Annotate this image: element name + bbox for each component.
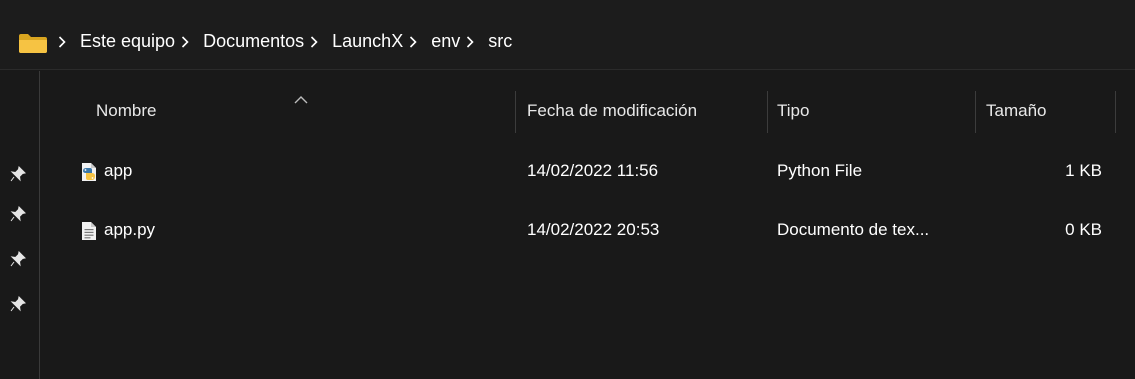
column-divider[interactable] [975,91,976,133]
pin-icon[interactable] [10,206,26,222]
pin-icon[interactable] [10,166,26,182]
file-type: Python File [777,161,863,180]
breadcrumb: Este equipo Documentos LaunchX env src [58,29,512,54]
chevron-right-icon[interactable] [466,35,474,48]
file-list: Nombre Fecha de modificación Tipo Tamaño… [40,71,1135,379]
pin-icon[interactable] [10,251,26,267]
file-modified: 14/02/2022 20:53 [527,220,660,239]
file-size: 1 KB [1065,161,1102,180]
pin-icon[interactable] [10,296,26,312]
breadcrumb-item-documentos[interactable]: Documentos [203,29,304,54]
navigation-pane [0,71,40,379]
column-divider[interactable] [767,91,768,133]
file-type: Documento de tex... [777,220,930,239]
column-header-row: Nombre Fecha de modificación Tipo Tamaño [40,81,1135,141]
breadcrumb-item-este-equipo[interactable]: Este equipo [80,29,175,54]
breadcrumb-item-env[interactable]: env [431,29,460,54]
folder-icon [19,34,47,53]
chevron-right-icon[interactable] [181,35,189,48]
breadcrumb-item-launchx[interactable]: LaunchX [332,29,403,54]
file-modified: 14/02/2022 11:56 [527,161,659,180]
sort-ascending-icon [294,96,308,104]
column-header-size[interactable]: Tamaño [986,81,1046,141]
file-name: app.py [104,220,156,239]
breadcrumb-item-src[interactable]: src [488,29,512,54]
text-document-icon [82,222,96,240]
chevron-right-icon[interactable] [310,35,318,48]
chevron-right-icon[interactable] [58,35,66,48]
file-name: app [104,161,133,180]
file-size: 0 KB [1065,220,1102,239]
python-file-icon [82,163,96,181]
column-divider[interactable] [515,91,516,133]
column-divider[interactable] [1115,91,1116,133]
file-explorer-window: Este equipo Documentos LaunchX env src N… [0,0,1135,379]
column-header-type[interactable]: Tipo [777,81,809,141]
file-row-app-py[interactable]: app.py 14/02/2022 20:53 Documento de tex… [40,206,1135,254]
column-header-name[interactable]: Nombre [96,81,156,141]
column-header-modified[interactable]: Fecha de modificación [527,81,697,141]
address-bar[interactable]: Este equipo Documentos LaunchX env src [0,0,1135,70]
file-row-app[interactable]: app 14/02/2022 11:56 Python File 1 KB [40,147,1135,195]
chevron-right-icon[interactable] [409,35,417,48]
